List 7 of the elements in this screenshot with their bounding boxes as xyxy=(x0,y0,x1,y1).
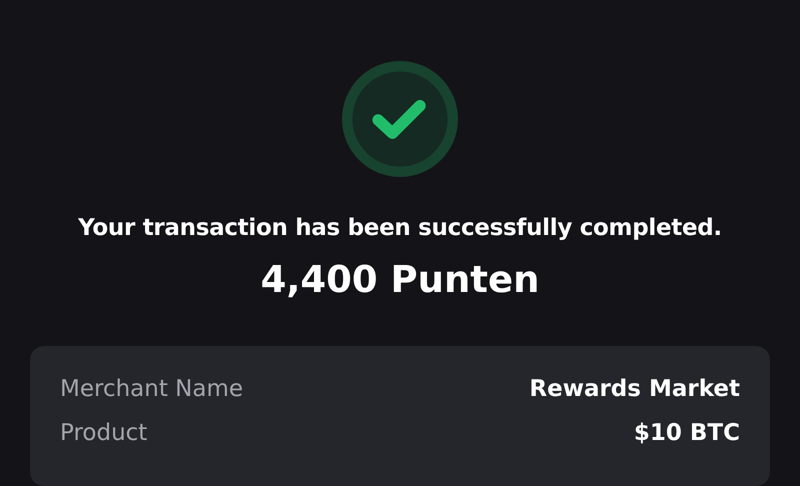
detail-value: Rewards Market xyxy=(529,376,740,402)
checkmark-icon xyxy=(339,61,461,177)
detail-label: Product xyxy=(60,420,148,446)
amount-text: 4,400 Punten xyxy=(260,258,540,301)
detail-value: $10 BTC xyxy=(634,420,740,446)
success-message: Your transaction has been successfully completed. xyxy=(78,215,722,241)
detail-label: Merchant Name xyxy=(60,376,244,402)
